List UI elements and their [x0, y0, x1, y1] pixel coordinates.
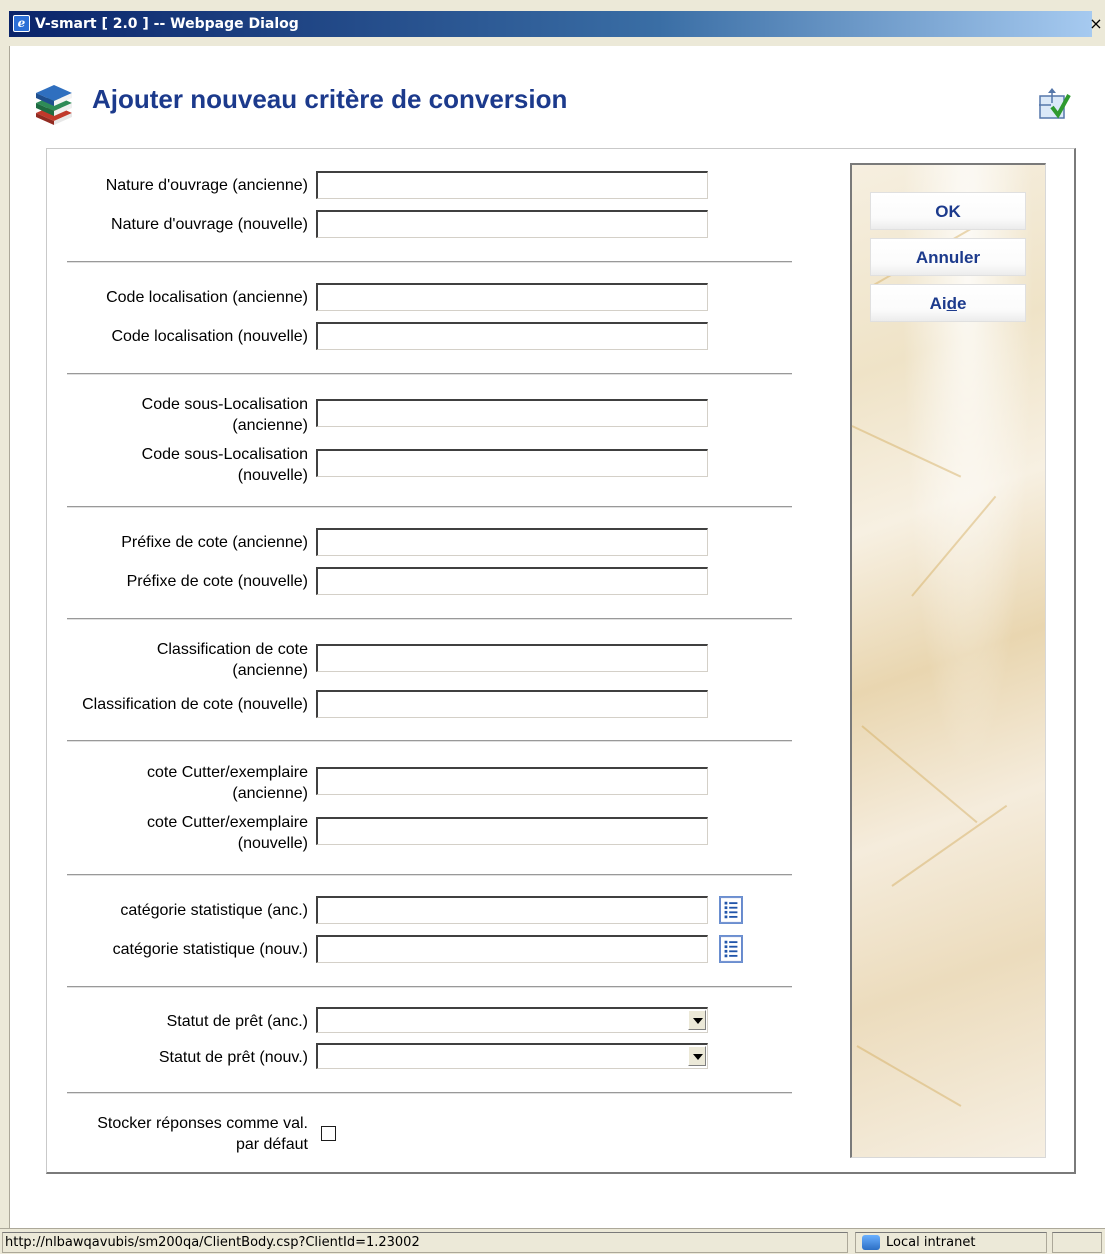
stat-old-label: catégorie statistique (anc.): [120, 902, 308, 919]
status-url: http://nlbawqavubis/sm200qa/ClientBody.c…: [2, 1232, 848, 1253]
class-old-label-line2: (ancienne): [232, 662, 308, 679]
help-accelerator: d: [946, 294, 957, 313]
class-new-input[interactable]: [316, 690, 708, 718]
prefix-old-label: Préfixe de cote (ancienne): [121, 534, 308, 551]
window-title: V-smart [ 2.0 ] -- Webpage Dialog: [35, 16, 299, 32]
prefix-new-label: Préfixe de cote (nouvelle): [126, 573, 308, 590]
class-new-label: Classification de cote (nouvelle): [82, 696, 308, 713]
class-old-input[interactable]: [316, 644, 708, 672]
stat-old-input[interactable]: [316, 896, 708, 924]
status-resize-grip[interactable]: [1052, 1232, 1102, 1253]
divider: [67, 506, 792, 508]
store-defaults-label: Stocker réponses comme val. par défaut: [60, 1113, 308, 1155]
class-old-label-line1: Classification de cote: [156, 641, 308, 658]
loan-new-label: Statut de prêt (nouv.): [158, 1049, 308, 1066]
cutter-old-label-line2: (ancienne): [232, 785, 308, 802]
marble-vein: [856, 1045, 962, 1107]
help-button[interactable]: Aide: [870, 284, 1026, 322]
divider: [67, 1092, 792, 1094]
subloc-old-label: Code sous-Localisation (ancienne): [60, 394, 308, 436]
chevron-down-icon[interactable]: [688, 1010, 706, 1030]
nature-old-input[interactable]: [316, 171, 708, 199]
loc-old-label: Code localisation (ancienne): [106, 289, 308, 306]
help-label-end: e: [956, 294, 967, 313]
prefix-old-input[interactable]: [316, 528, 708, 556]
divider: [67, 261, 792, 263]
ie-icon: e: [13, 15, 30, 32]
marble-vein: [911, 495, 997, 597]
ok-button[interactable]: OK: [870, 192, 1026, 230]
subloc-new-label-line2: (nouvelle): [237, 467, 308, 484]
cancel-button[interactable]: Annuler: [870, 238, 1026, 276]
settings-check-icon[interactable]: [1037, 87, 1071, 121]
loc-old-input[interactable]: [316, 283, 708, 311]
divider: [67, 373, 792, 375]
stat-new-label: catégorie statistique (nouv.): [112, 941, 308, 958]
list-lookup-icon[interactable]: [719, 896, 743, 924]
cutter-new-label-line1: cote Cutter/exemplaire: [147, 814, 308, 831]
nature-old-label: Nature d'ouvrage (ancienne): [105, 177, 308, 194]
stat-new-input[interactable]: [316, 935, 708, 963]
title-bar: e V-smart [ 2.0 ] -- Webpage Dialog ×: [0, 0, 1105, 46]
nature-new-label: Nature d'ouvrage (nouvelle): [111, 216, 308, 233]
cutter-old-label-line1: cote Cutter/exemplaire: [147, 764, 308, 781]
books-icon: [36, 85, 72, 125]
cutter-new-input[interactable]: [316, 817, 708, 845]
intranet-icon: [862, 1235, 880, 1250]
marble-vein: [861, 725, 978, 824]
list-lookup-icon[interactable]: [719, 935, 743, 963]
loc-new-input[interactable]: [316, 322, 708, 350]
chevron-down-icon[interactable]: [688, 1046, 706, 1066]
help-label-start: Ai: [929, 294, 947, 313]
divider: [67, 740, 792, 742]
loc-new-label: Code localisation (nouvelle): [111, 328, 308, 345]
marble-vein: [851, 425, 962, 478]
status-zone: Local intranet: [855, 1232, 1047, 1253]
subloc-new-input[interactable]: [316, 449, 708, 477]
cutter-old-input[interactable]: [316, 767, 708, 795]
status-zone-label: Local intranet: [886, 1235, 976, 1250]
class-old-label: Classification de cote (ancienne): [60, 639, 308, 681]
divider: [67, 618, 792, 620]
marble-vein: [891, 804, 1008, 887]
close-button[interactable]: ×: [1089, 16, 1103, 34]
cutter-old-label: cote Cutter/exemplaire (ancienne): [60, 762, 308, 804]
cutter-new-label-line2: (nouvelle): [237, 835, 308, 852]
store-defaults-label-line1: Stocker réponses comme val.: [97, 1115, 308, 1132]
status-bar: http://nlbawqavubis/sm200qa/ClientBody.c…: [0, 1228, 1105, 1254]
subloc-new-label-line1: Code sous-Localisation: [141, 446, 308, 463]
store-defaults-label-line2: par défaut: [235, 1136, 308, 1153]
subloc-old-label-line1: Code sous-Localisation: [141, 396, 308, 413]
divider: [67, 874, 792, 876]
loan-old-select[interactable]: [316, 1007, 708, 1033]
prefix-new-input[interactable]: [316, 567, 708, 595]
subloc-new-label: Code sous-Localisation (nouvelle): [60, 444, 308, 486]
nature-new-input[interactable]: [316, 210, 708, 238]
window-frame-left: [0, 46, 9, 1228]
store-defaults-checkbox[interactable]: [321, 1126, 336, 1141]
page-title: Ajouter nouveau critère de conversion: [92, 84, 568, 114]
loan-old-label: Statut de prêt (anc.): [166, 1013, 308, 1030]
loan-new-select[interactable]: [316, 1043, 708, 1069]
divider: [67, 986, 792, 988]
cutter-new-label: cote Cutter/exemplaire (nouvelle): [60, 812, 308, 854]
subloc-old-input[interactable]: [316, 399, 708, 427]
subloc-old-label-line2: (ancienne): [232, 417, 308, 434]
